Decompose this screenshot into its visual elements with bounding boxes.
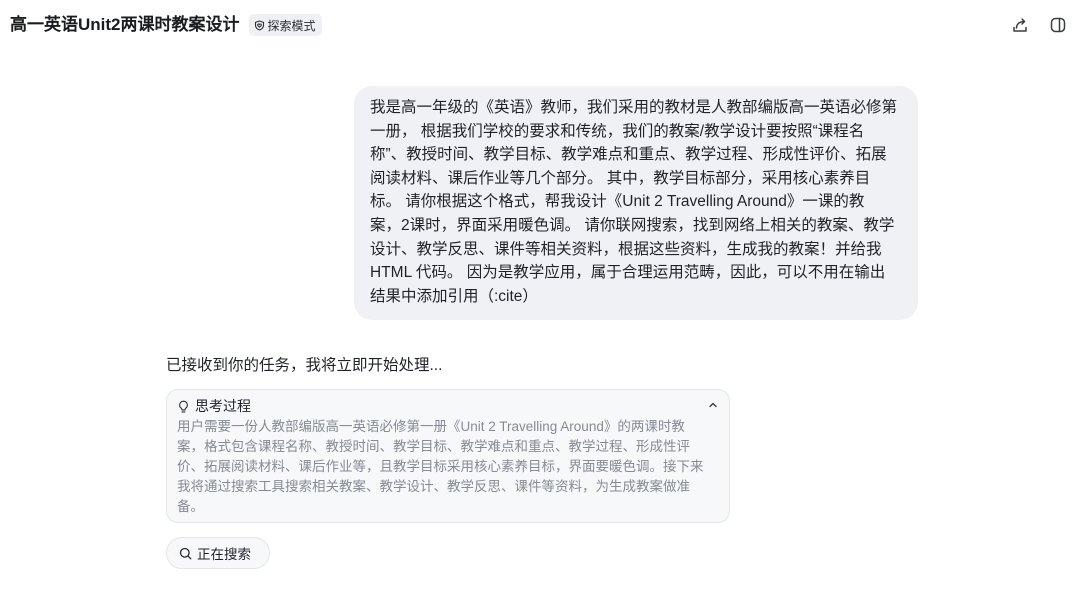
- share-icon: [1013, 18, 1027, 32]
- thinking-collapse-button[interactable]: [707, 399, 719, 411]
- search-icon: [179, 547, 192, 559]
- header-left: 高一英语Unit2两课时教案设计 探索模式: [10, 13, 322, 37]
- thinking-line: 用户需要一份人教部编版高一英语必修第一册《Unit 2 Travelling A…: [177, 419, 685, 434]
- thinking-line: 备。: [177, 499, 204, 514]
- sidebar-toggle-button[interactable]: [1049, 16, 1067, 34]
- user-message-line: 阅读材料、课后作业等几个部分。 其中，教学目标部分，采用核心素养目: [370, 169, 871, 187]
- assistant-ack-text: 已接收到你的任务，我将立即开始处理...: [166, 357, 443, 374]
- thinking-title: 思考过程: [195, 398, 251, 414]
- thinking-panel: 思考过程 用户需要一份人教部编版高一英语必修第一册《Unit 2 Travell…: [166, 389, 730, 523]
- chat-title: 高一英语Unit2两课时教案设计: [10, 15, 240, 34]
- user-message-line: 结果中添加引用（:cite）: [370, 287, 538, 305]
- user-message-line: 称”、教授时间、教学目标、教学难点和重点、教学过程、形成性评价、拓展: [370, 146, 887, 164]
- user-message-line: 一册， 根据我们学校的要求和传统，我们的教案/教学设计要按照“课程名: [370, 122, 865, 140]
- share-button[interactable]: [1011, 16, 1029, 34]
- user-message-line: 案，2课时，界面采用暖色调。 请你联网搜索，找到网络上相关的教案、教学: [370, 216, 895, 234]
- lightbulb-icon: [179, 400, 188, 412]
- chevron-up-icon: [709, 402, 717, 408]
- mode-badge: 探索模式: [248, 14, 322, 36]
- search-status-label: 正在搜索: [197, 547, 251, 562]
- shield-icon: [254, 19, 264, 31]
- thinking-header[interactable]: 思考过程: [177, 396, 251, 416]
- user-message-line: HTML 代码。 因为是教学应用，属于合理运用范畴，因此，可以不用在输出: [370, 264, 886, 282]
- user-message-line: 设计、教学反思、课件等相关资料，根据这些资料，生成我的教案！并给我: [370, 240, 882, 258]
- thinking-text: 用户需要一份人教部编版高一英语必修第一册《Unit 2 Travelling A…: [177, 417, 704, 517]
- thinking-line: 价、拓展阅读材料、课后作业等，且教学目标采用核心素养目标，界面要暖色调。接下来: [177, 459, 704, 474]
- thinking-line: 案，格式包含课程名称、教授时间、教学目标、教学难点和重点、教学过程、形成性评: [177, 439, 690, 454]
- user-message-line: 我是高一年级的《英语》教师，我们采用的教材是人教部编版高一英语必修第: [370, 99, 898, 116]
- search-status-pill[interactable]: 正在搜索: [166, 537, 270, 569]
- user-message-bubble: 我是高一年级的《英语》教师，我们采用的教材是人教部编版高一英语必修第 一册， 根…: [354, 86, 918, 320]
- thinking-line: 我将通过搜索工具搜索相关教案、教学设计、教学反思、课件等资料，为生成教案做准: [177, 479, 690, 494]
- user-message-line: 标。 请你根据这个格式，帮我设计《Unit 2 Travelling Aroun…: [370, 193, 865, 211]
- sidebar-toggle-icon: [1050, 17, 1066, 33]
- mode-badge-label: 探索模式: [267, 18, 316, 33]
